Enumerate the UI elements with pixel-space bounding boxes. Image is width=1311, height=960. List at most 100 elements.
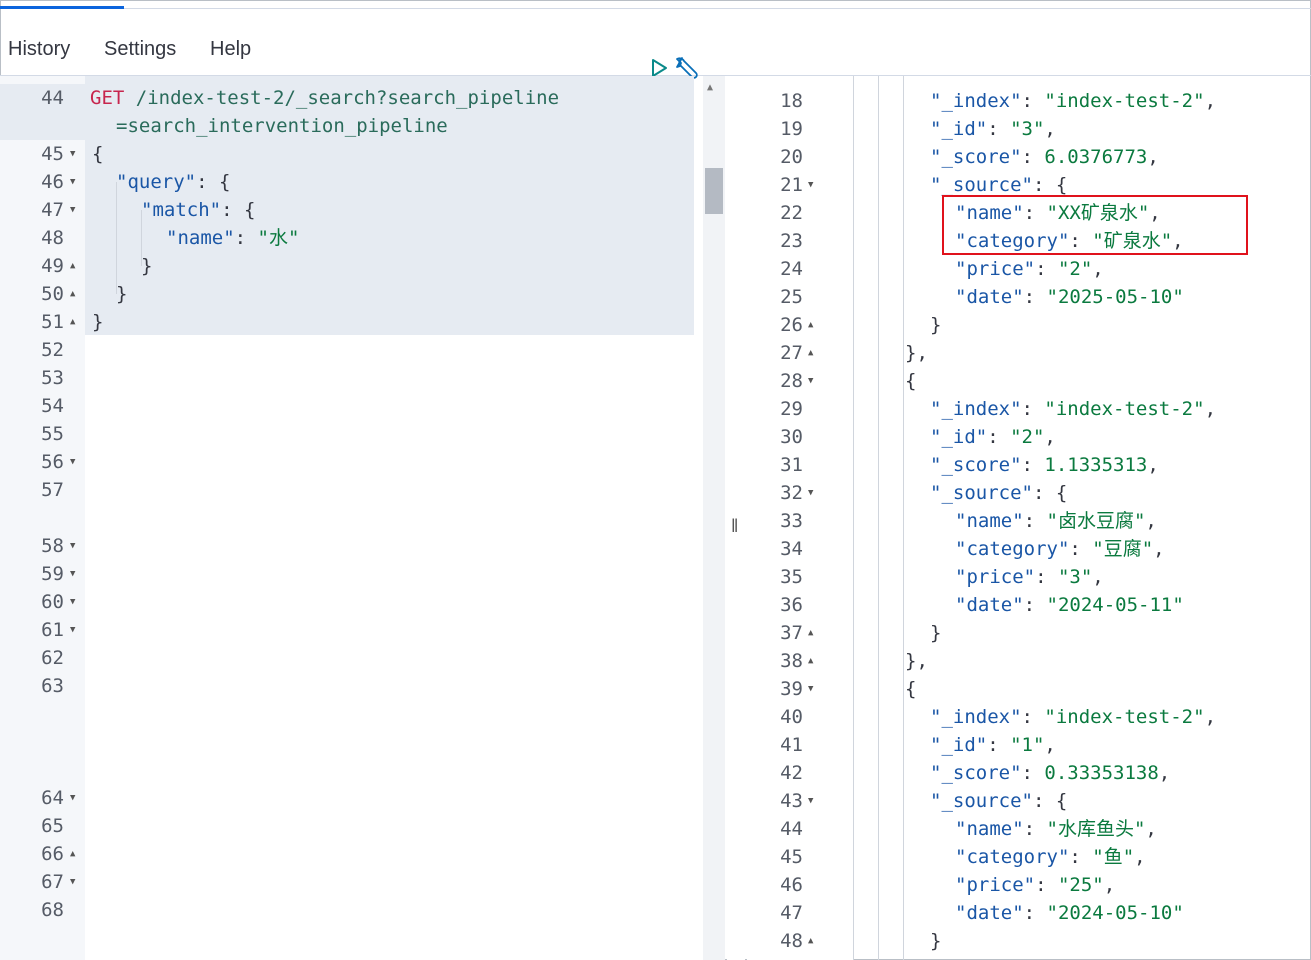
fold-expand-icon[interactable]: ▲ — [808, 339, 813, 367]
line-number: 64 — [41, 787, 64, 809]
response-line: "date": "2024-05-11" — [955, 591, 1184, 619]
fold-collapse-icon[interactable]: ▼ — [70, 168, 75, 196]
request-line-45[interactable]: { — [92, 140, 103, 168]
json-punct: : — [1021, 762, 1045, 784]
fold-collapse-icon[interactable]: ▼ — [808, 367, 813, 395]
response-line: } — [930, 314, 942, 336]
fold-collapse-icon[interactable]: ▼ — [808, 479, 813, 507]
line-number: 49 — [41, 255, 64, 277]
json-value: "豆腐" — [1092, 538, 1154, 560]
line-number: 59 — [41, 563, 64, 585]
json-value: 6.0376773 — [1044, 146, 1148, 168]
request-scroll-thumb[interactable] — [705, 168, 723, 214]
response-line: "_index": "index-test-2", — [930, 703, 1216, 731]
request-line-46[interactable]: "query": { — [116, 168, 230, 196]
json-punct: , — [1158, 762, 1171, 784]
json-key: "_score" — [930, 454, 1022, 476]
line-number: 56 — [41, 451, 64, 473]
fold-collapse-icon[interactable]: ▼ — [70, 868, 75, 896]
fold-expand-icon[interactable]: ▲ — [808, 619, 813, 647]
line-number: 46 — [41, 171, 64, 193]
json-value: "1" — [1010, 734, 1045, 756]
line-number: 66 — [41, 843, 64, 865]
fold-expand-icon[interactable]: ▲ — [70, 308, 75, 336]
request-line-49[interactable]: } — [141, 252, 152, 280]
fold-collapse-icon[interactable]: ▼ — [70, 784, 75, 812]
json-punct: : — [1023, 286, 1047, 308]
json-key: "_index" — [930, 706, 1022, 728]
line-number: 45 — [780, 846, 803, 868]
menu-settings[interactable]: Settings — [104, 38, 176, 61]
fold-expand-icon[interactable]: ▲ — [70, 840, 75, 868]
fold-collapse-icon[interactable]: ▼ — [70, 448, 75, 476]
request-path-continued[interactable]: =search_intervention_pipeline — [116, 112, 448, 140]
json-punct: : — [1035, 566, 1058, 588]
json-value: "index-test-2" — [1044, 90, 1205, 112]
line-number: 18 — [780, 90, 803, 112]
menu-history[interactable]: History — [8, 38, 70, 61]
json-value: "2" — [1010, 426, 1045, 448]
response-line: } — [930, 930, 942, 952]
json-punct: : — [987, 734, 1011, 756]
line-number: 28 — [780, 370, 803, 392]
fold-expand-icon[interactable]: ▲ — [808, 311, 813, 339]
fold-collapse-icon[interactable]: ▼ — [70, 532, 75, 560]
json-key: "query" — [116, 171, 197, 193]
json-punct: : — [1035, 874, 1058, 896]
json-key: "_id" — [930, 118, 988, 140]
line-number: 44 — [41, 87, 64, 109]
json-key: "_id" — [930, 734, 988, 756]
fold-collapse-icon[interactable]: ▼ — [70, 560, 75, 588]
request-editor[interactable]: 44 45 ▼ 46 ▼ 47 ▼ 48 49 ▲ 50 ▲ 51 ▲ 52 53 54 55 56 ▼ 57 58 ▼ 59… — [0, 76, 725, 960]
json-punct: , — [1204, 90, 1217, 112]
line-number: 34 — [780, 538, 803, 560]
request-line-50[interactable]: } — [116, 280, 127, 308]
json-key: "name" — [955, 510, 1024, 532]
fold-collapse-icon[interactable]: ▼ — [808, 675, 813, 703]
line-number: 61 — [41, 619, 64, 641]
fold-expand-icon[interactable]: ▲ — [808, 647, 813, 675]
request-line-1[interactable]: GET /index-test-2/_search?search_pipelin… — [90, 84, 559, 112]
json-punct: : { — [196, 171, 231, 193]
menu-help[interactable]: Help — [210, 38, 251, 61]
line-number: 51 — [41, 311, 64, 333]
json-punct: : — [1023, 818, 1047, 840]
response-line: "_score": 0.33353138, — [930, 759, 1170, 787]
fold-expand-icon[interactable]: ▲ — [70, 252, 75, 280]
json-value: { — [1055, 790, 1068, 812]
line-number: 43 — [780, 790, 803, 812]
json-key: "_source" — [930, 174, 1033, 196]
line-number: 58 — [41, 535, 64, 557]
line-number: 27 — [780, 342, 803, 364]
fold-expand-icon[interactable]: ▲ — [808, 927, 813, 955]
request-line-51[interactable]: } — [92, 308, 103, 336]
json-key: "price" — [955, 874, 1036, 896]
line-number: 39 — [780, 678, 803, 700]
fold-collapse-icon[interactable]: ▼ — [808, 171, 813, 199]
json-punct: : — [1023, 594, 1047, 616]
json-punct: : — [1021, 454, 1045, 476]
json-punct: : — [1023, 902, 1047, 924]
fold-collapse-icon[interactable]: ▼ — [70, 196, 75, 224]
fold-collapse-icon[interactable]: ▼ — [808, 787, 813, 815]
request-line-48[interactable]: "name": "水" — [166, 224, 299, 252]
line-number: 24 — [780, 258, 803, 280]
json-key: "price" — [955, 566, 1036, 588]
fold-collapse-icon[interactable]: ▼ — [70, 140, 75, 168]
json-punct: , — [1204, 706, 1217, 728]
request-line-47[interactable]: "match": { — [141, 196, 255, 224]
resize-handle-icon[interactable]: ‖ — [731, 516, 738, 537]
json-value: "水" — [257, 227, 300, 249]
json-punct: : — [987, 118, 1011, 140]
response-line: "_source": { — [930, 787, 1067, 815]
indent-guide — [903, 76, 904, 960]
json-punct: , — [1044, 734, 1056, 756]
fold-expand-icon[interactable]: ▲ — [70, 280, 75, 308]
line-number: 50 — [41, 283, 64, 305]
json-key: "_index" — [930, 90, 1022, 112]
scroll-up-icon[interactable]: ▲ — [707, 82, 713, 93]
json-value: "25" — [1057, 874, 1104, 896]
fold-collapse-icon[interactable]: ▼ — [70, 588, 75, 616]
fold-collapse-icon[interactable]: ▼ — [70, 616, 75, 644]
json-value: "卤水豆腐" — [1046, 510, 1146, 532]
